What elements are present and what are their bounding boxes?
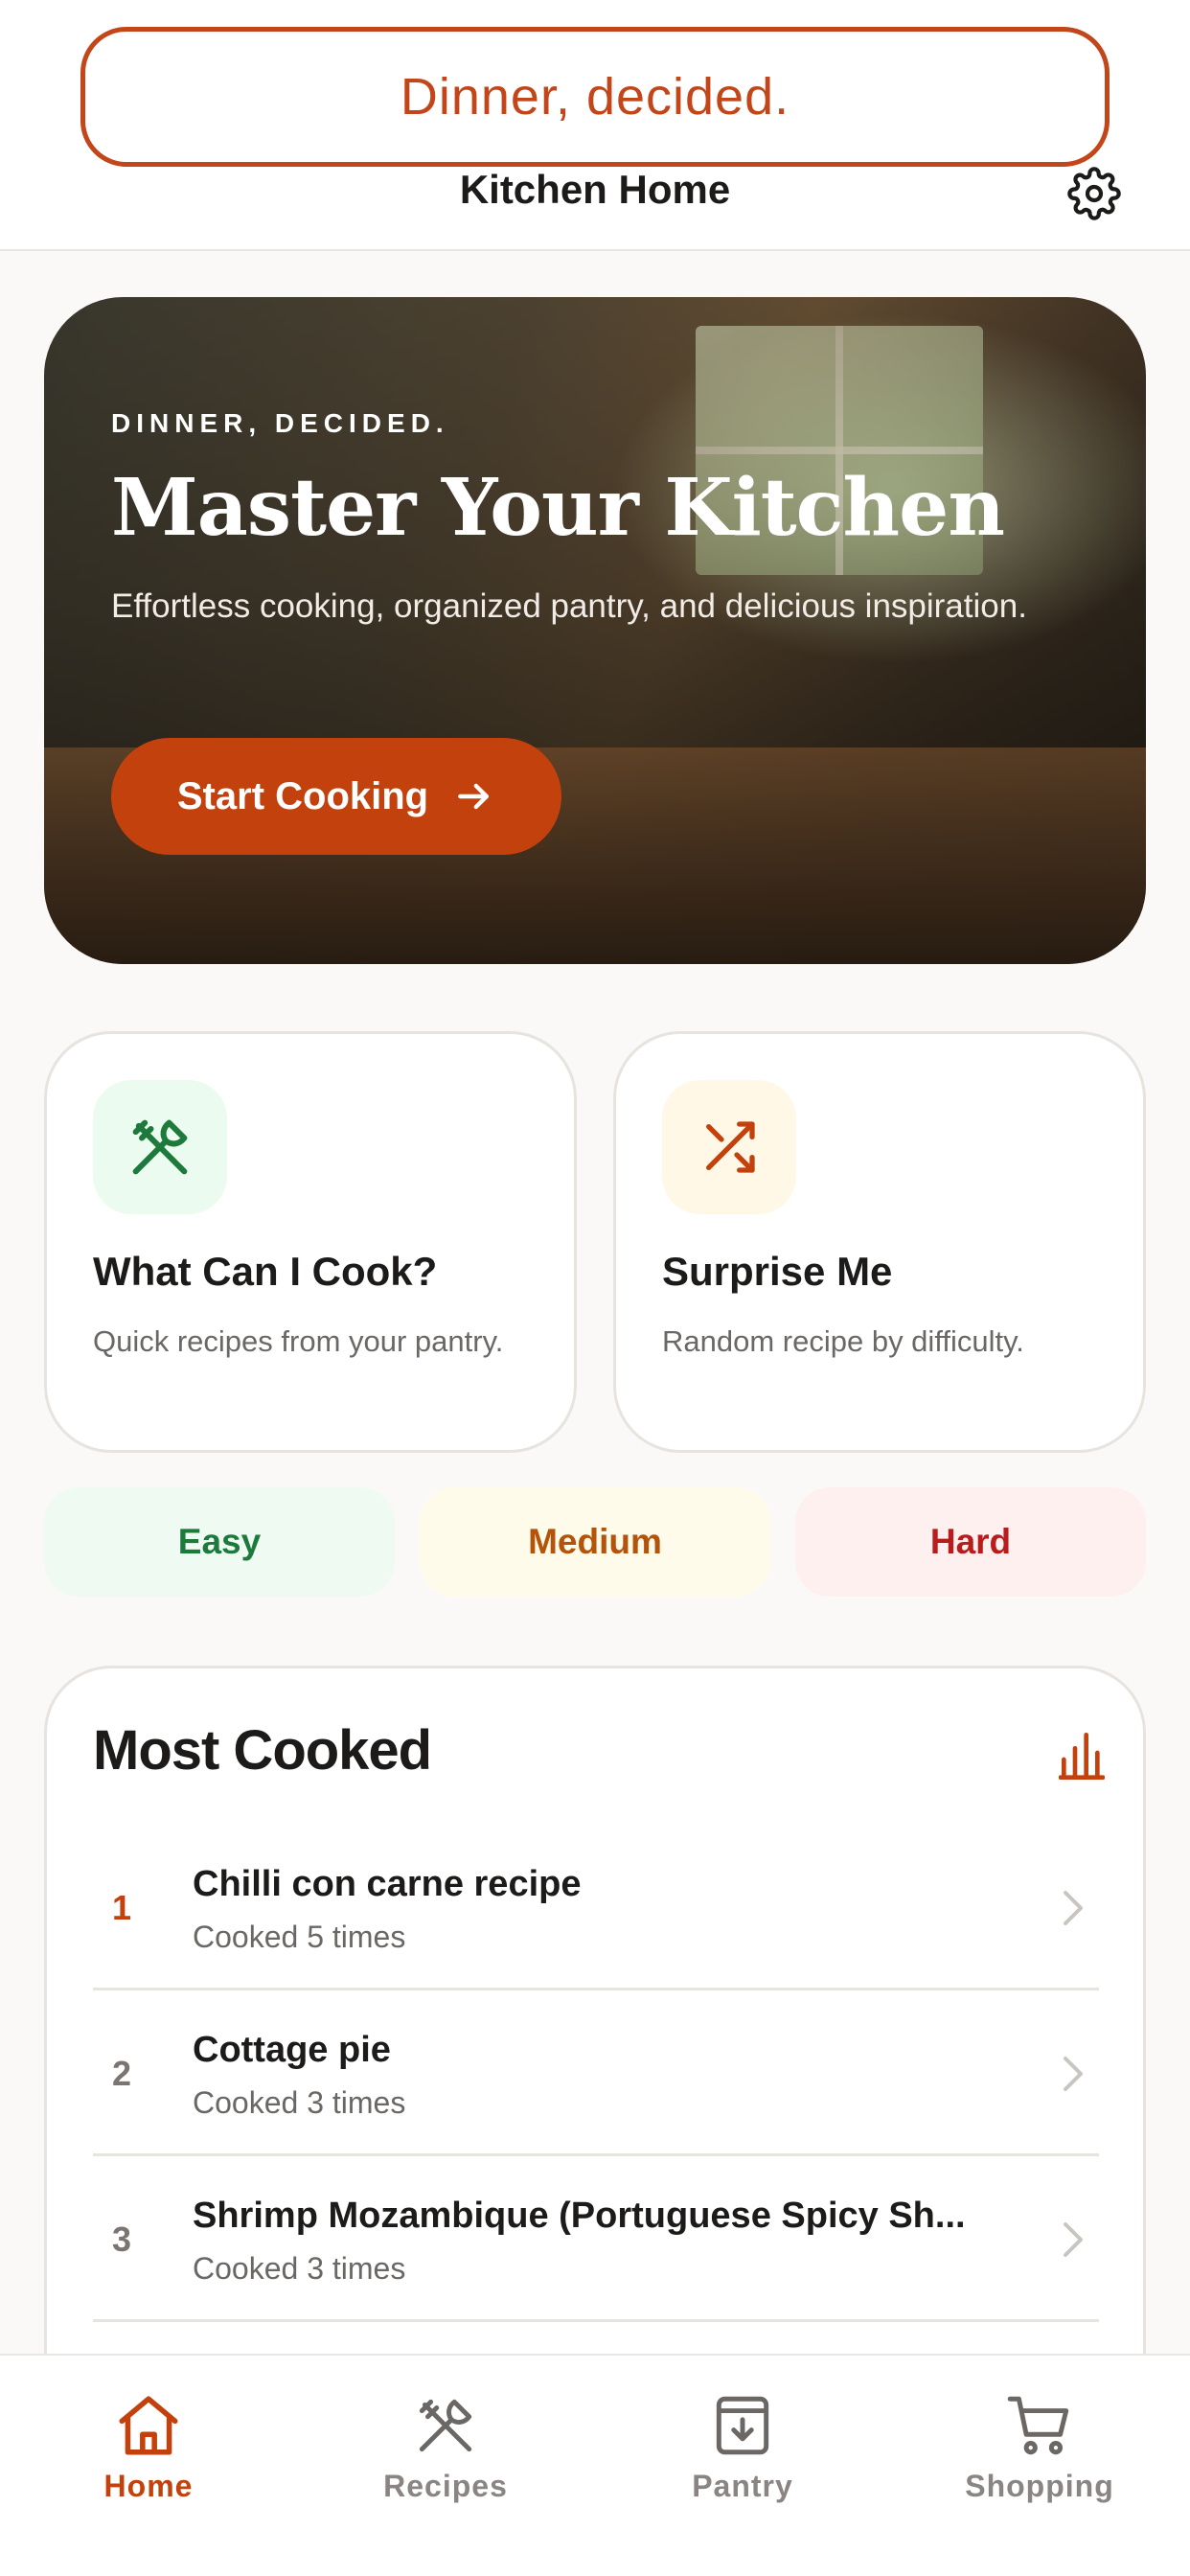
hero-subtitle: Effortless cooking, organized pantry, an… [111, 587, 1027, 625]
start-cooking-button[interactable]: Start Cooking [111, 738, 561, 855]
start-cooking-label: Start Cooking [176, 774, 429, 817]
surprise-me-title: Surprise Me [662, 1249, 893, 1294]
what-can-i-cook-title: What Can I Cook? [93, 1249, 438, 1294]
what-can-i-cook-card[interactable]: What Can I Cook? Quick recipes from your… [44, 1031, 577, 1453]
what-can-i-cook-icon-tile [93, 1080, 227, 1214]
settings-button[interactable] [1065, 165, 1123, 222]
most-cooked-row[interactable]: 1 Chilli con carne recipe Cooked 5 times [93, 1826, 1099, 1990]
difficulty-medium-button[interactable]: Medium [420, 1487, 770, 1597]
bar-chart-icon [1059, 1733, 1105, 1780]
rank-number: 1 [112, 1888, 132, 1927]
bottom-tab-bar: Home Recipes Pantry Shopping [0, 2354, 1190, 2576]
gear-icon [1067, 167, 1121, 220]
top-bar: Dinner, decided. Kitchen Home [0, 0, 1190, 251]
home-icon [119, 2395, 178, 2455]
difficulty-hard-button[interactable]: Hard [795, 1487, 1146, 1597]
tab-home[interactable]: Home [0, 2356, 297, 2538]
surprise-me-card[interactable]: Surprise Me Random recipe by difficulty. [613, 1031, 1146, 1453]
tab-recipes[interactable]: Recipes [297, 2356, 594, 2538]
tagline-banner: Dinner, decided. [80, 27, 1110, 167]
recipe-name: Cottage pie [193, 2030, 391, 2070]
hero-banner: DINNER, DECIDED. Master Your Kitchen Eff… [44, 297, 1146, 964]
rank-number: 2 [112, 2054, 132, 2093]
cook-count: Cooked 5 times [193, 1920, 406, 1954]
most-cooked-title: Most Cooked [93, 1719, 432, 1782]
recipe-name: Chilli con carne recipe [193, 1864, 582, 1904]
hero-title: Master Your Kitchen [111, 462, 1005, 554]
difficulty-easy-button[interactable]: Easy [44, 1487, 395, 1597]
surprise-me-icon-tile [662, 1080, 796, 1214]
archive-box-icon [716, 2396, 769, 2454]
shuffle-icon [706, 1121, 755, 1173]
cook-count: Cooked 3 times [193, 2085, 406, 2120]
tab-shopping[interactable]: Shopping [891, 2356, 1188, 2538]
chevron-right-icon [1059, 2157, 1087, 2322]
most-cooked-row[interactable]: 2 Cottage pie Cooked 3 times [93, 1991, 1099, 2156]
tagline-text: Dinner, decided. [400, 68, 790, 126]
hero-kicker: DINNER, DECIDED. [111, 408, 449, 438]
arrow-right-icon [458, 783, 490, 810]
tab-home-label: Home [103, 2468, 194, 2503]
page-title: Kitchen Home [459, 167, 731, 212]
rank-number: 3 [112, 2220, 132, 2259]
tab-recipes-label: Recipes [383, 2468, 508, 2503]
chevron-right-icon [1059, 1991, 1087, 2156]
utensils-icon [132, 1119, 188, 1175]
recipe-name: Shrimp Mozambique (Portuguese Spicy Sh..… [193, 2196, 966, 2236]
tab-shopping-label: Shopping [965, 2468, 1114, 2503]
most-cooked-row[interactable]: 3 Shrimp Mozambique (Portuguese Spicy Sh… [93, 2157, 1099, 2322]
cart-icon [1007, 2396, 1069, 2454]
surprise-me-description: Random recipe by difficulty. [662, 1324, 1024, 1358]
cook-count: Cooked 3 times [193, 2251, 406, 2286]
tab-pantry[interactable]: Pantry [594, 2356, 891, 2538]
utensils-icon [419, 2399, 472, 2451]
tab-pantry-label: Pantry [692, 2468, 793, 2503]
stats-button[interactable] [1051, 1722, 1112, 1783]
chevron-right-icon [1059, 1826, 1087, 1990]
what-can-i-cook-description: Quick recipes from your pantry. [93, 1324, 504, 1358]
